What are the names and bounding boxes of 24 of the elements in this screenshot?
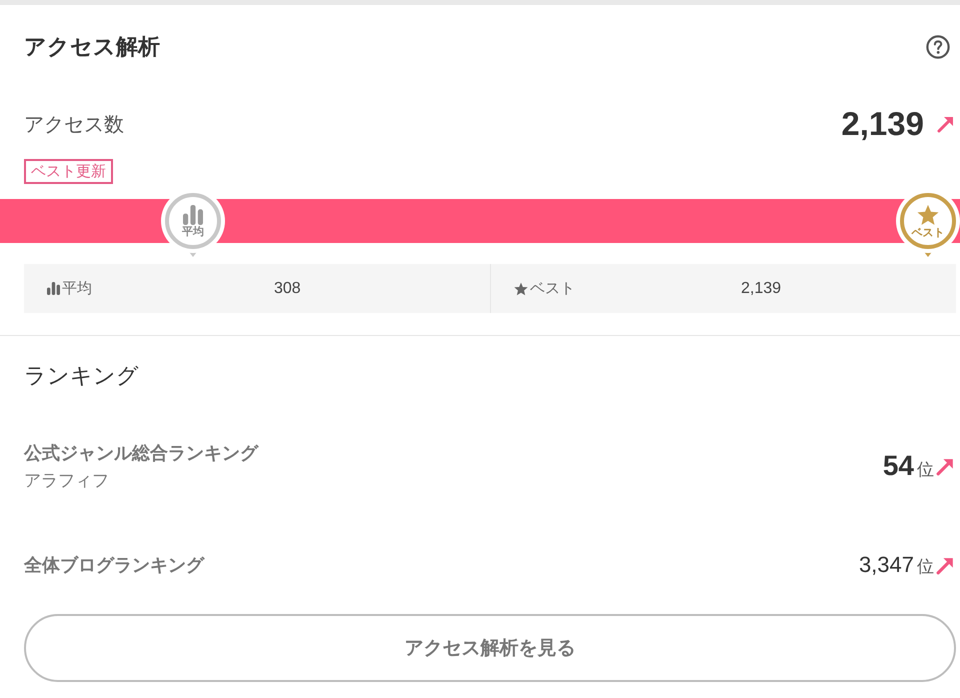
ranking-heading: ランキング xyxy=(24,362,139,390)
section-title: アクセス解析 xyxy=(24,33,160,61)
genre-name: アラフィフ xyxy=(24,470,109,492)
marker-label: 平均 xyxy=(182,226,204,238)
rank-unit: 位 xyxy=(917,556,934,578)
access-count-label: アクセス数 xyxy=(24,112,124,138)
stat-value: 308 xyxy=(274,280,301,298)
help-icon[interactable] xyxy=(926,35,950,59)
ranking-name: 全体ブログランキング xyxy=(24,554,204,577)
stat-label: ベスト xyxy=(530,279,575,298)
ranking-position: 54 xyxy=(882,450,914,482)
star-icon xyxy=(917,204,939,226)
best-record-badge: ベスト更新 xyxy=(24,159,113,184)
star-icon xyxy=(514,282,528,296)
marker-label: ベスト xyxy=(912,226,944,238)
stat-value: 2,139 xyxy=(741,280,782,298)
stat-label: 平均 xyxy=(62,279,92,298)
view-analytics-button[interactable]: アクセス解析を見る xyxy=(24,614,956,682)
rank-unit: 位 xyxy=(917,459,934,481)
ranking-position: 3,347 xyxy=(858,552,914,578)
access-count-value: 2,139 xyxy=(841,105,924,143)
bar-chart-icon xyxy=(183,204,203,224)
ranking-name: 公式ジャンル総合ランキング xyxy=(24,442,258,464)
bar-chart-icon xyxy=(47,282,60,295)
